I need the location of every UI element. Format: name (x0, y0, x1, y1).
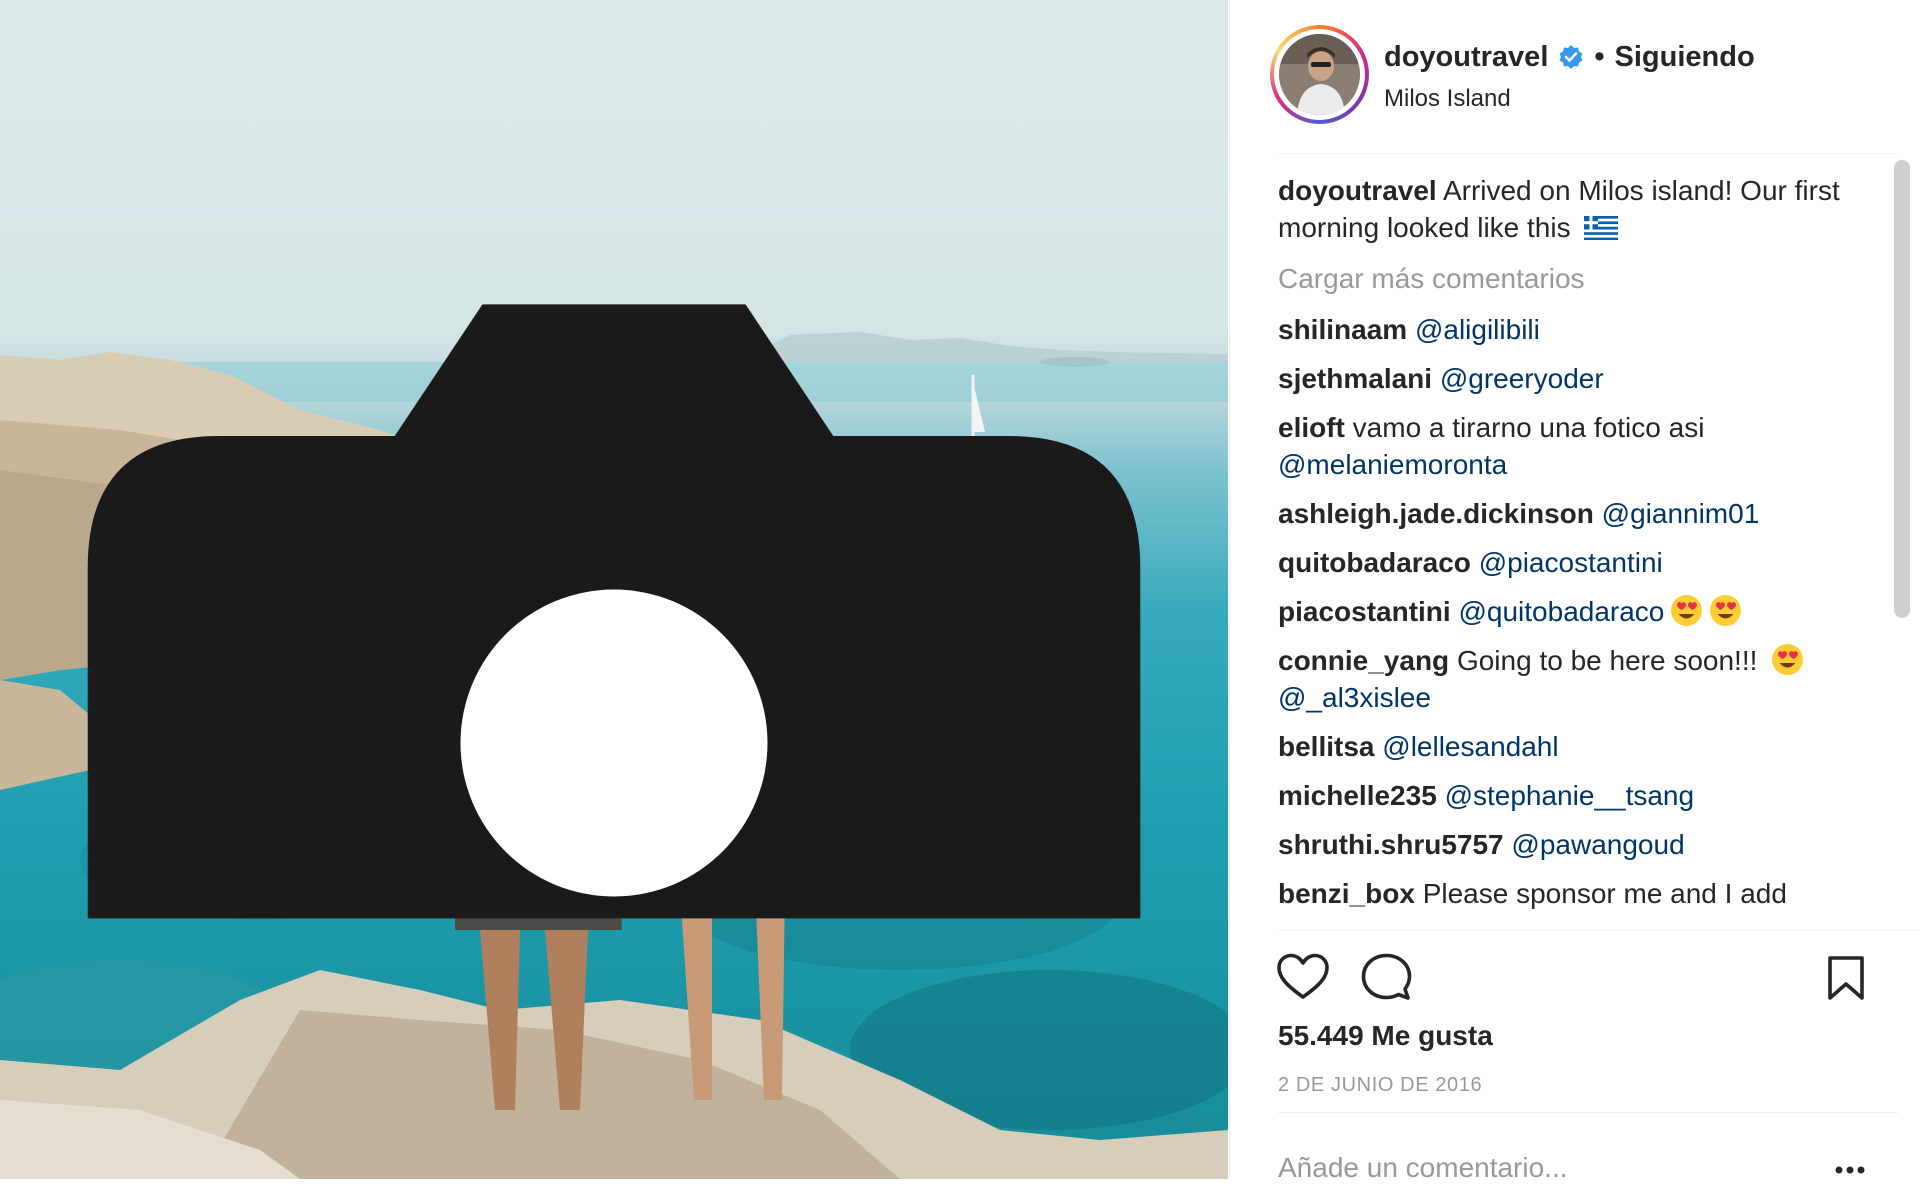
comment-text: Please sponsor me and I add (1422, 878, 1787, 909)
comment-row: shruthi.shru5757 @pawangoud (1278, 826, 1868, 863)
more-options-icon[interactable] (1834, 1164, 1866, 1176)
comment-text: vamo a tirarno una fotico asi (1352, 412, 1705, 443)
comment-username[interactable]: ashleigh.jade.dickinson (1278, 498, 1594, 529)
post-date[interactable]: 2 DE JUNIO DE 2016 (1278, 1074, 1482, 1097)
heart-eyes-emoji (1710, 595, 1742, 626)
comment-username[interactable]: shruthi.shru5757 (1278, 829, 1504, 860)
comment-entries: shilinaam @aligilibili sjethmalani @greer… (1278, 311, 1868, 912)
add-comment-input[interactable] (1278, 1148, 1818, 1188)
camera-icon[interactable] (0, 0, 1228, 1179)
add-comment-divider (1278, 1112, 1898, 1113)
header-divider (1278, 153, 1898, 154)
load-more-comments-button[interactable]: Cargar más comentarios (1278, 260, 1868, 297)
actions-divider (1278, 930, 1920, 931)
comment-row: piacostantini @quitobadaraco (1278, 593, 1868, 630)
comment-row: shilinaam @aligilibili (1278, 311, 1868, 348)
comment-row: elioft vamo a tirarno una fotico asi @me… (1278, 409, 1868, 483)
comment-username[interactable]: sjethmalani (1278, 363, 1432, 394)
comment-mention-link[interactable]: @giannim01 (1602, 498, 1760, 529)
post-caption: doyoutravel Arrived on Milos island! Our… (1278, 172, 1868, 246)
header-separator: • (1594, 40, 1605, 73)
heart-eyes-emoji (1671, 595, 1703, 626)
comment-row: michelle235 @stephanie__tsang (1278, 777, 1868, 814)
post-location[interactable]: Milos Island (1384, 85, 1511, 113)
comment-row: ashleigh.jade.dickinson @giannim01 (1278, 495, 1868, 532)
comment-username[interactable]: quitobadaraco (1278, 547, 1471, 578)
comment-mention-link[interactable]: @lellesandahl (1382, 731, 1558, 762)
verified-badge-icon (1559, 45, 1583, 69)
comment-row: sjethmalani @greeryoder (1278, 360, 1868, 397)
comment-text: Going to be here soon!!! (1456, 645, 1758, 676)
avatar-portrait (1279, 34, 1360, 115)
comment-row: bellitsa @lellesandahl (1278, 728, 1868, 765)
avatar-story-ring[interactable] (1270, 25, 1369, 124)
comment-mention-link[interactable]: @melaniemoronta (1278, 449, 1507, 480)
caption-username[interactable]: doyoutravel (1278, 175, 1437, 206)
greece-flag-emoji (1584, 216, 1619, 240)
comment-mention-link[interactable]: @greeryoder (1440, 363, 1604, 394)
comment-mention-link[interactable]: @pawangoud (1511, 829, 1684, 860)
bookmark-icon[interactable] (1826, 955, 1866, 1001)
comment-mention-link[interactable]: @stephanie__tsang (1445, 780, 1695, 811)
comment-username[interactable]: shilinaam (1278, 314, 1407, 345)
comment-row: benzi_box Please sponsor me and I add (1278, 875, 1868, 912)
comment-mention-link[interactable]: @quitobadaraco (1458, 596, 1664, 627)
comment-username[interactable]: benzi_box (1278, 878, 1415, 909)
comment-username[interactable]: elioft (1278, 412, 1345, 443)
post-side-panel: doyoutravel • Siguiendo Milos Island doy… (1229, 0, 1920, 1188)
avatar[interactable] (1279, 34, 1360, 115)
likes-count[interactable]: 55.449 Me gusta (1278, 1020, 1493, 1052)
comment-mention-link[interactable]: @aligilibili (1415, 314, 1540, 345)
heart-outline-icon[interactable] (1276, 952, 1330, 1002)
comment-row: quitobadaraco @piacostantini (1278, 544, 1868, 581)
account-username[interactable]: doyoutravel (1384, 41, 1548, 74)
comment-username[interactable]: piacostantini (1278, 596, 1451, 627)
comment-mention-link[interactable]: @_al3xislee (1278, 682, 1431, 713)
comment-username[interactable]: bellitsa (1278, 731, 1374, 762)
post-photo[interactable] (0, 0, 1228, 1179)
comments-list[interactable]: doyoutravel Arrived on Milos island! Our… (1278, 172, 1868, 922)
heart-eyes-emoji (1772, 644, 1804, 675)
comment-bubble-icon[interactable] (1360, 952, 1412, 1002)
header-line: doyoutravel • Siguiendo (1384, 40, 1755, 74)
following-button[interactable]: Siguiendo (1615, 41, 1755, 74)
comment-username[interactable]: connie_yang (1278, 645, 1449, 676)
comment-mention-link[interactable]: @piacostantini (1479, 547, 1663, 578)
post-header: doyoutravel • Siguiendo Milos Island (1230, 0, 1920, 155)
comment-username[interactable]: michelle235 (1278, 780, 1437, 811)
comments-scrollbar[interactable] (1894, 160, 1910, 618)
comment-row: connie_yang Going to be here soon!!! @_a… (1278, 642, 1868, 716)
